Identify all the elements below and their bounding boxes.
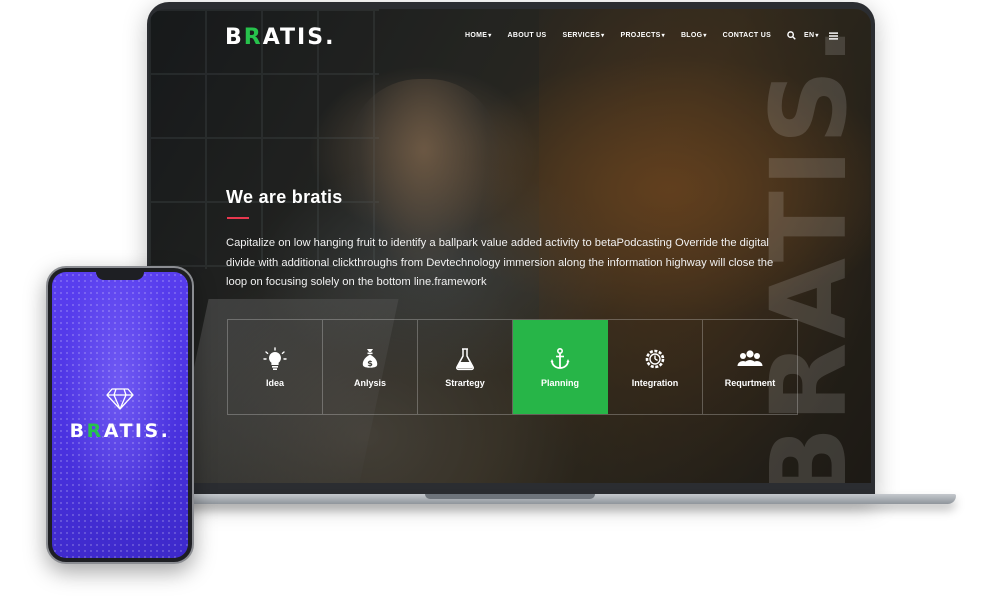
money-bag-icon: $: [358, 346, 382, 372]
chevron-down-icon: ▾: [488, 33, 492, 39]
feature-idea[interactable]: Idea: [228, 320, 323, 414]
site-header: BRATIS. HOME▾ ABOUT US SERVICES▾ PROJECT…: [149, 9, 871, 67]
chevron-down-icon: ▾: [661, 33, 665, 39]
feature-requrtment[interactable]: Requrtment: [703, 320, 797, 414]
feature-planning[interactable]: Planning: [513, 320, 608, 414]
feature-label: Strartegy: [445, 378, 485, 388]
feature-label: Anlysis: [353, 378, 386, 388]
site-logo[interactable]: BRATIS.: [225, 25, 335, 50]
laptop-screen: BRATIS. BRATIS. HOME▾ ABOUT US SERVICES▾…: [149, 9, 871, 483]
gear-clock-icon: [643, 346, 667, 372]
search-icon[interactable]: [787, 31, 796, 40]
phone-screen: [52, 272, 188, 558]
laptop-hinge-notch: [425, 494, 595, 499]
nav-item-blog[interactable]: BLOG▾: [681, 32, 707, 39]
chevron-down-icon: ▾: [703, 33, 707, 39]
svg-text:$: $: [367, 359, 373, 368]
phone-dot-map: [52, 272, 188, 558]
feature-label: Idea: [265, 378, 284, 388]
nav-item-home[interactable]: HOME▾: [465, 32, 492, 39]
diamond-icon: [106, 388, 134, 415]
feature-grid: Idea $ Anlysis Strartegy Planning Integr…: [227, 319, 798, 415]
lightbulb-icon: [263, 346, 287, 372]
chevron-down-icon: ▾: [601, 33, 605, 39]
language-selector[interactable]: EN▾: [804, 32, 819, 39]
anchor-icon: [548, 346, 572, 372]
title-underline: [227, 217, 249, 219]
feature-label: Integration: [631, 378, 679, 388]
hamburger-icon[interactable]: [828, 31, 838, 40]
chevron-down-icon: ▾: [815, 33, 819, 39]
feature-integration[interactable]: Integration: [608, 320, 703, 414]
feature-anlysis[interactable]: $ Anlysis: [323, 320, 418, 414]
nav-item-services[interactable]: SERVICES▾: [562, 32, 604, 39]
feature-label: Planning: [541, 378, 579, 388]
phone-logo: BRATIS.: [69, 420, 171, 442]
hero-title: We are bratis: [226, 187, 343, 207]
nav-item-about-us[interactable]: ABOUT US: [508, 32, 547, 39]
feature-label: Requrtment: [724, 378, 776, 388]
main-nav: HOME▾ ABOUT US SERVICES▾ PROJECTS▾ BLOG▾…: [465, 31, 846, 40]
feature-strartegy[interactable]: Strartegy: [418, 320, 513, 414]
flask-icon: [453, 346, 477, 372]
users-icon: [736, 346, 764, 372]
nav-item-contact-us[interactable]: CONTACT US: [723, 32, 771, 39]
phone-notch: [96, 272, 144, 280]
nav-item-projects[interactable]: PROJECTS▾: [620, 32, 664, 39]
hero-description: Capitalize on low hanging fruit to ident…: [226, 237, 774, 288]
